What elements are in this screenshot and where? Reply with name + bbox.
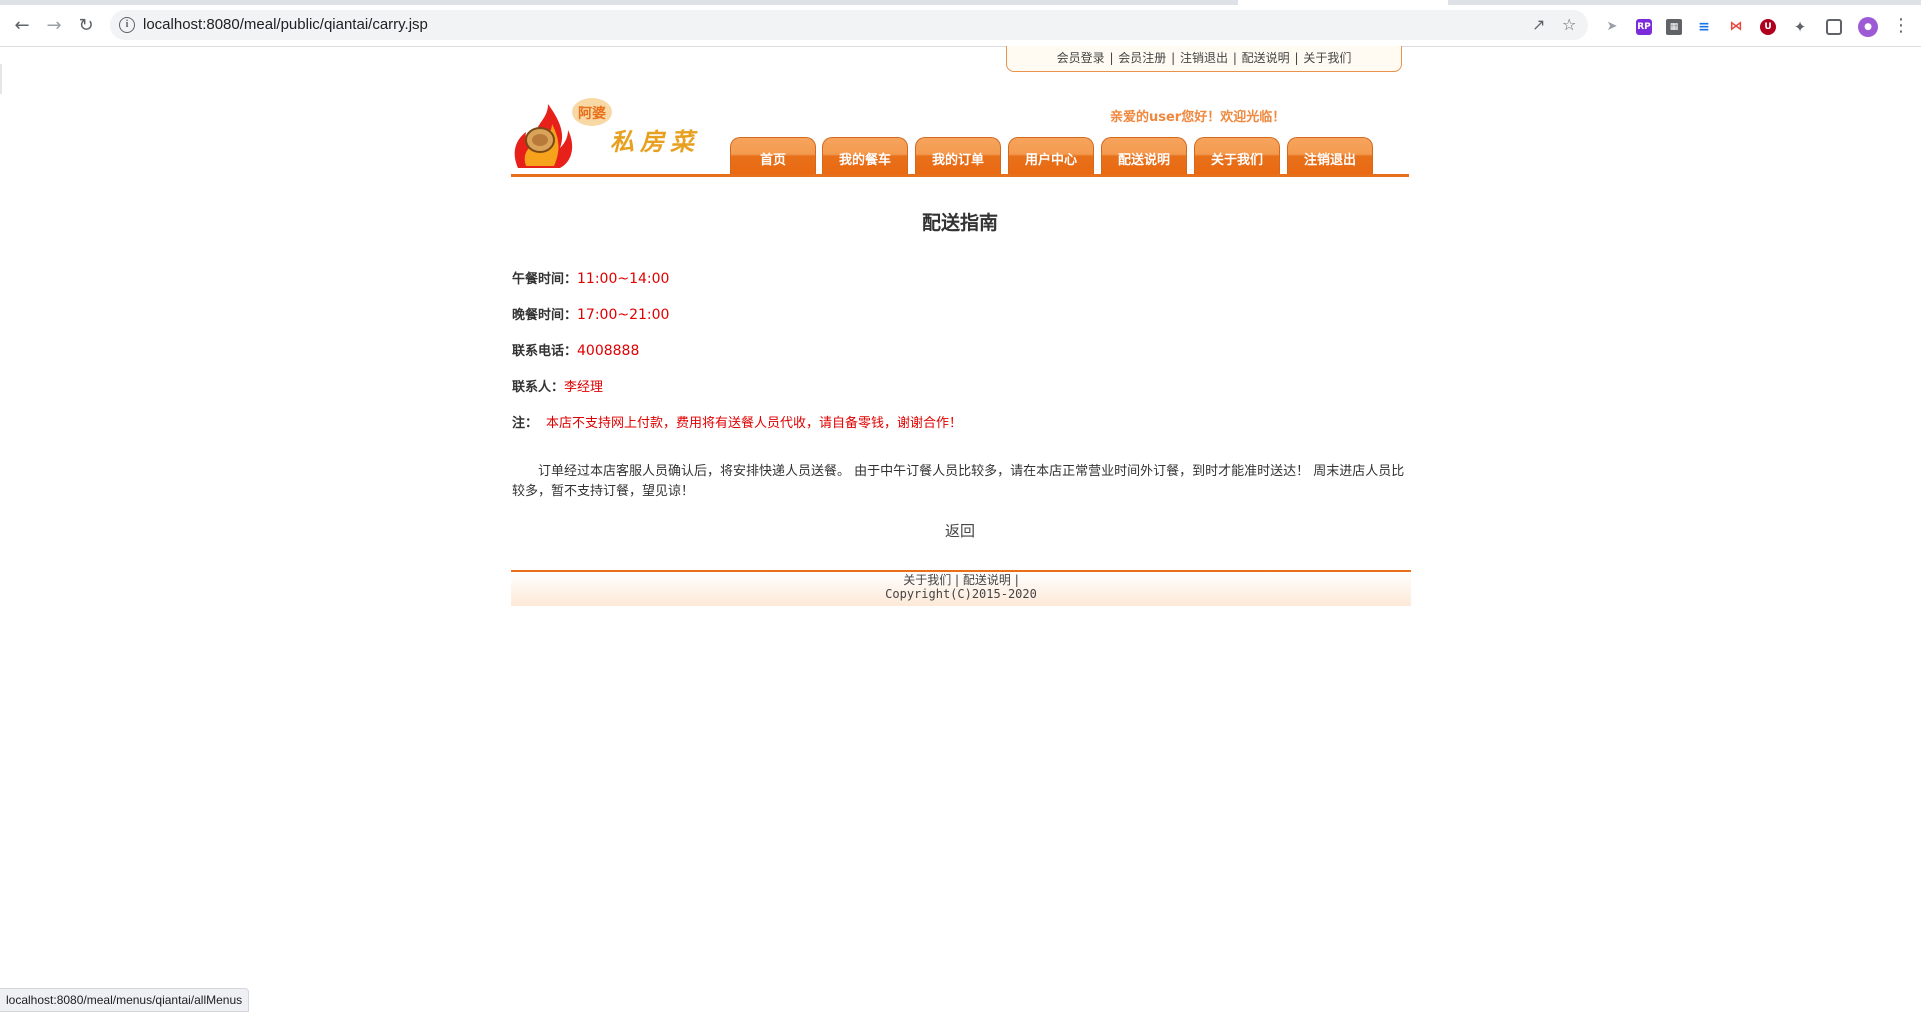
footer-link-about[interactable]: 关于我们 bbox=[903, 573, 951, 587]
site-logo: 阿婆 私房菜 bbox=[510, 92, 710, 170]
dinner-row: 晚餐时间：17:00~21:00 bbox=[512, 304, 669, 323]
welcome-message: 亲爱的user您好！欢迎光临！ bbox=[1110, 110, 1286, 125]
nav-tab-home[interactable]: 首页 bbox=[730, 137, 816, 174]
forward-arrow-icon[interactable]: → bbox=[41, 13, 67, 39]
footer: 关于我们 | 配送说明 | Copyright(C)2015-2020 bbox=[511, 572, 1411, 606]
back-arrow-icon[interactable]: ← bbox=[9, 13, 35, 39]
phone-value: 4008888 bbox=[577, 343, 640, 359]
top-link-delivery[interactable]: 配送说明 bbox=[1242, 51, 1290, 65]
phone-row: 联系电话：4008888 bbox=[512, 340, 639, 359]
contact-row: 联系人：李经理 bbox=[512, 376, 603, 395]
layers-extension-icon[interactable]: ≡ bbox=[1696, 19, 1712, 35]
contact-value: 李经理 bbox=[564, 380, 604, 395]
top-link-register[interactable]: 会员注册 bbox=[1118, 51, 1166, 65]
copyright: Copyright(C)2015-2020 bbox=[885, 587, 1037, 601]
ublock-extension-icon[interactable]: U bbox=[1760, 19, 1776, 35]
translate-extension-icon[interactable]: ⋈ bbox=[1728, 19, 1744, 35]
nav-divider bbox=[511, 174, 1409, 177]
logo-name: 私房菜 bbox=[610, 127, 700, 156]
note-value: 本店不支持网上付款，费用将有送餐人员代收，请自备零钱，谢谢合作！ bbox=[546, 416, 963, 431]
nav-tab-orders[interactable]: 我的订单 bbox=[915, 137, 1001, 174]
page-edge-mark bbox=[0, 64, 2, 94]
address-url[interactable]: localhost:8080/meal/public/qiantai/carry… bbox=[143, 10, 428, 40]
footer-link-delivery[interactable]: 配送说明 bbox=[963, 573, 1011, 587]
browser-toolbar: ← → ↻ i localhost:8080/meal/public/qiant… bbox=[0, 5, 1921, 47]
top-link-login[interactable]: 会员登录 bbox=[1057, 51, 1105, 65]
phone-label: 联系电话： bbox=[512, 344, 578, 359]
note-label: 注： bbox=[512, 416, 539, 431]
nav-tab-cart[interactable]: 我的餐车 bbox=[822, 137, 908, 174]
rp-extension-icon[interactable]: RP bbox=[1636, 19, 1652, 35]
top-link-about[interactable]: 关于我们 bbox=[1303, 51, 1351, 65]
page-title: 配送指南 bbox=[921, 212, 998, 234]
profile-icon[interactable]: ● bbox=[1858, 17, 1878, 37]
star-icon[interactable]: ☆ bbox=[1562, 10, 1576, 40]
address-bar[interactable]: i localhost:8080/meal/public/qiantai/car… bbox=[110, 10, 1588, 40]
top-links-bar: 会员登录 | 会员注册 | 注销退出 | 配送说明 | 关于我们 bbox=[1006, 46, 1402, 72]
cursor-extension-icon[interactable]: ➤ bbox=[1604, 19, 1620, 35]
lunch-label: 午餐时间： bbox=[512, 272, 578, 287]
store-extension-icon[interactable]: ▦ bbox=[1666, 19, 1682, 35]
menu-dots-icon[interactable]: ⋮ bbox=[1892, 15, 1910, 36]
status-url: localhost:8080/meal/menus/qiantai/allMen… bbox=[0, 988, 250, 1012]
flame-logo-icon: 阿婆 私房菜 bbox=[514, 98, 700, 168]
share-icon[interactable]: ↗ bbox=[1532, 10, 1545, 40]
lunch-value: 11:00~14:00 bbox=[577, 271, 670, 287]
nav-tab-user[interactable]: 用户中心 bbox=[1008, 137, 1094, 174]
nav-tab-logout[interactable]: 注销退出 bbox=[1287, 137, 1373, 174]
nav-tab-delivery[interactable]: 配送说明 bbox=[1101, 137, 1187, 174]
delivery-paragraph: 订单经过本店客服人员确认后，将安排快递人员送餐。 由于中午订餐人员比较多，请在本… bbox=[512, 464, 1405, 499]
lunch-row: 午餐时间：11:00~14:00 bbox=[512, 268, 669, 287]
sidepanel-icon[interactable] bbox=[1826, 19, 1842, 35]
back-link[interactable]: 返回 bbox=[511, 520, 1409, 541]
dinner-label: 晚餐时间： bbox=[512, 308, 578, 323]
nav-tab-about[interactable]: 关于我们 bbox=[1194, 137, 1280, 174]
note-row: 注： 本店不支持网上付款，费用将有送餐人员代收，请自备零钱，谢谢合作！ bbox=[512, 412, 962, 431]
info-icon[interactable]: i bbox=[119, 17, 135, 33]
reload-icon[interactable]: ↻ bbox=[73, 13, 99, 39]
logo-badge: 阿婆 bbox=[578, 105, 606, 122]
puzzle-icon[interactable]: ✦ bbox=[1792, 19, 1808, 35]
dinner-value: 17:00~21:00 bbox=[577, 307, 670, 323]
top-link-logout[interactable]: 注销退出 bbox=[1180, 51, 1228, 65]
contact-label: 联系人： bbox=[512, 380, 565, 395]
